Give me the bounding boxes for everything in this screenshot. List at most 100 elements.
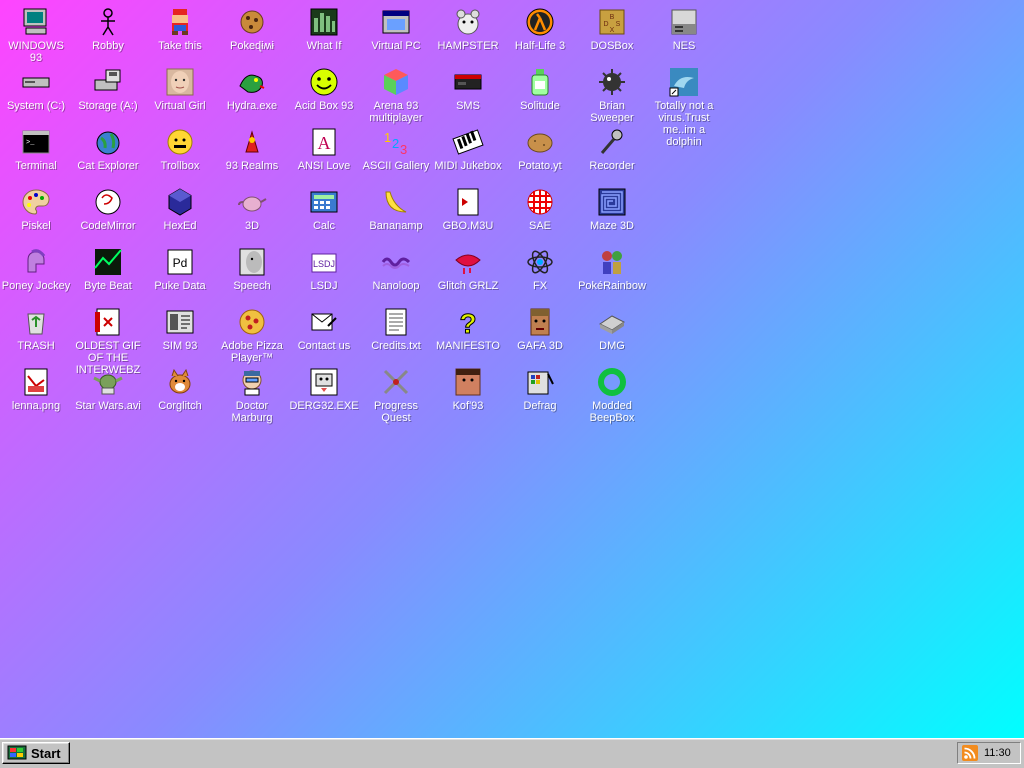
desktop-icon-label: MIDI Jukebox [434, 160, 502, 172]
desktop-icon[interactable]: WINDOWS 93 [0, 0, 72, 64]
playlist-icon [452, 186, 484, 218]
desktop-icon[interactable]: Star Wars.avi [72, 360, 144, 420]
rss-icon[interactable] [962, 745, 978, 761]
drive-icon [20, 66, 52, 98]
desktop-icon[interactable]: Doctor Marburg [216, 360, 288, 424]
desktop-icon[interactable]: B D S X DOSBox [576, 0, 648, 60]
desktop-icon[interactable]: Poney Jockey [0, 240, 72, 300]
desktop-icon[interactable]: >_ Terminal [0, 120, 72, 180]
desktop-icon-label: Doctor Marburg [231, 400, 273, 424]
lips-icon [452, 246, 484, 278]
desktop-icon[interactable]: Modded BeepBox [576, 360, 648, 424]
desktop-icon[interactable]: Virtual Girl [144, 60, 216, 120]
desktop-icon-label: Virtual PC [371, 40, 421, 52]
desktop-icon[interactable]: ? MANIFESTO [432, 300, 504, 360]
desktop-icon[interactable]: HAMPSTER [432, 0, 504, 60]
desktop-icon-label: FX [532, 280, 548, 292]
desktop-icon[interactable]: Nanoloop [360, 240, 432, 300]
desktop-icon[interactable]: SIM 93 [144, 300, 216, 360]
desktop-icon[interactable]: Speech [216, 240, 288, 300]
svg-text:B: B [610, 14, 615, 21]
desktop-icon[interactable]: GBO.M3U [432, 180, 504, 240]
desktop-icon[interactable]: Acid Box 93 [288, 60, 360, 120]
desktop-icon[interactable]: Arena 93 multiplayer [360, 60, 432, 124]
computer-icon [20, 6, 52, 38]
desktop-icon[interactable]: Maze 3D [576, 180, 648, 240]
desktop-icon[interactable]: SAE [504, 180, 576, 240]
desktop-icon[interactable]: Hydra.exe [216, 60, 288, 120]
desktop-icon[interactable]: Brian Sweeper [576, 60, 648, 124]
desktop-icon[interactable]: 93 Realms [216, 120, 288, 180]
desktop-icon[interactable]: Adobe Pizza Player™ [216, 300, 288, 364]
desktop-icon-label: Trollbox [160, 160, 200, 172]
desktop-icon-label: Modded BeepBox [589, 400, 635, 424]
numbers-icon: 123 [380, 126, 412, 158]
desktop-icon[interactable]: SMS [432, 60, 504, 120]
yoda-icon [92, 366, 124, 398]
desktop-icon[interactable]: 1 2 3 ASCII Gallery [360, 120, 432, 180]
desktop-icon[interactable]: Potato.yt [504, 120, 576, 180]
desktop-icon[interactable]: CodeMirror [72, 180, 144, 240]
desktop-icon[interactable]: Recorder [576, 120, 648, 180]
face-icon [164, 66, 196, 98]
desktop-icon-label: MANIFESTO [436, 340, 500, 352]
desktop-icon[interactable]: Pd Puke Data [144, 240, 216, 300]
desktop-icon[interactable]: Half-Life 3 [504, 0, 576, 60]
desktop-icon[interactable]: GAFA 3D [504, 300, 576, 360]
banana-icon [380, 186, 412, 218]
calculator-icon [308, 186, 340, 218]
desktop-icon-label: Speech [233, 280, 271, 292]
desktop-icon[interactable]: Progress Quest [360, 360, 432, 424]
desktop-icon-label: Contact us [297, 340, 351, 352]
desktop-icon-label: lenna.png [11, 400, 61, 412]
desktop-icon[interactable]: A ANSI Love [288, 120, 360, 180]
desktop-icon[interactable]: LSDJ LSDJ [288, 240, 360, 300]
desktop-icon[interactable]: OLDEST GIF OF THE INTERWEBZ [72, 300, 144, 376]
desktop-icon[interactable]: System (C:) [0, 60, 72, 120]
desktop-icon[interactable]: Defrag [504, 360, 576, 420]
floppy-drive-icon [92, 66, 124, 98]
desktop-icon[interactable]: FX [504, 240, 576, 300]
desktop-icon[interactable]: Bananamp [360, 180, 432, 240]
desktop-icon[interactable]: Totally not a virus.Trust me..im a dolph… [648, 60, 720, 148]
desktop-icon[interactable]: What If [288, 0, 360, 60]
desktop-icon[interactable]: PokéRainbow [576, 240, 648, 300]
desktop-icon[interactable]: Virtual PC [360, 0, 432, 60]
desktop-icon-label: HAMPSTER [437, 40, 499, 52]
desktop-icon[interactable]: Corglitch [144, 360, 216, 420]
desktop-icon[interactable]: Byte Beat [72, 240, 144, 300]
desktop-icon[interactable]: Kof'93 [432, 360, 504, 420]
desktop-icon[interactable]: Storage (A:) [72, 60, 144, 120]
mine-icon [596, 66, 628, 98]
desktop-icon[interactable]: DMG [576, 300, 648, 360]
desktop-icon[interactable]: Credits.txt [360, 300, 432, 360]
smiley-icon [308, 66, 340, 98]
desktop-icon[interactable]: MIDI Jukebox [432, 120, 504, 180]
dragon-icon [236, 66, 268, 98]
desktop-icon[interactable]: Cat Explorer [72, 120, 144, 180]
desktop-icon[interactable]: lenna.png [0, 360, 72, 420]
desktop-icon[interactable]: Pokeɖɨʍɨ [216, 0, 288, 60]
desktop-icon-label: Acid Box 93 [294, 100, 354, 112]
desktop-icon[interactable]: Contact us [288, 300, 360, 360]
desktop-icon[interactable]: Solitude [504, 60, 576, 120]
desktop-icon-label: Hydra.exe [226, 100, 278, 112]
cityscape-icon [308, 6, 340, 38]
desktop-icon[interactable]: Trollbox [144, 120, 216, 180]
desktop-icon[interactable]: NES [648, 0, 720, 60]
desktop-icon[interactable]: Take this [144, 0, 216, 60]
svg-text:2: 2 [392, 136, 399, 151]
desktop-icon[interactable]: HexEd [144, 180, 216, 240]
desktop-icon[interactable]: Piskel [0, 180, 72, 240]
desktop-icon[interactable]: TRASH [0, 300, 72, 360]
desktop-icon-label: Totally not a virus.Trust me..im a dolph… [654, 100, 714, 148]
desktop-icon[interactable]: Robby [72, 0, 144, 60]
desktop-icon[interactable]: Calc [288, 180, 360, 240]
desktop-icon[interactable]: DERG32.EXE [288, 360, 360, 420]
desktop-icon-label: Progress Quest [373, 400, 419, 424]
desktop-icon[interactable]: 3D [216, 180, 288, 240]
start-button[interactable]: Start [2, 742, 70, 764]
swords-icon [380, 366, 412, 398]
bytebeat-icon [92, 246, 124, 278]
desktop-icon[interactable]: Glitch GRLZ [432, 240, 504, 300]
